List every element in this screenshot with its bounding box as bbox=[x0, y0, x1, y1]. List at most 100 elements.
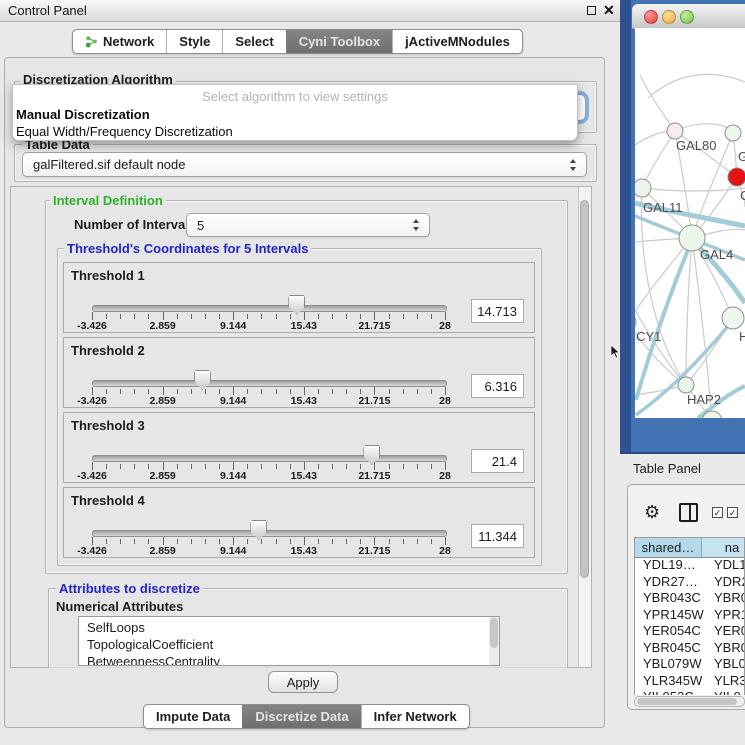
slider-tick bbox=[120, 314, 121, 319]
network-window-titlebar[interactable] bbox=[632, 4, 745, 29]
list-scrollbar-thumb[interactable] bbox=[490, 618, 498, 648]
network-node[interactable] bbox=[635, 314, 636, 330]
slider-track[interactable] bbox=[92, 455, 447, 462]
network-graph[interactable]: GAL80GAGAL11CGAL4GCY1HHAP2 bbox=[635, 28, 745, 418]
threshold-box-3: Threshold 3-3.4262.8599.14415.4321.71528… bbox=[63, 412, 535, 483]
number-of-intervals-combobox[interactable]: 5 bbox=[186, 213, 430, 237]
cell-name: YBL0 bbox=[714, 656, 744, 673]
threshold-box-4: Threshold 4-3.4262.8599.14415.4321.71528… bbox=[63, 487, 535, 558]
settings-scrollbar-thumb[interactable] bbox=[580, 200, 589, 578]
tab-jactivemnodules[interactable]: jActiveMNodules bbox=[392, 30, 522, 53]
table-row[interactable]: YER054CYER0 bbox=[635, 623, 744, 640]
control-panel-title: Control Panel bbox=[8, 3, 87, 18]
slider-track[interactable] bbox=[92, 305, 447, 312]
slider-tick bbox=[92, 312, 93, 320]
minimize-traffic-light-icon[interactable] bbox=[662, 10, 676, 24]
gear-icon[interactable]: ⚙ bbox=[644, 502, 660, 522]
zoom-traffic-light-icon[interactable] bbox=[680, 10, 694, 24]
slider-tick bbox=[106, 314, 107, 319]
slider-tick bbox=[445, 387, 446, 395]
list-item-betweennesscentrality[interactable]: BetweennessCentrality bbox=[79, 653, 499, 666]
table-row[interactable]: YIL052CYIL0 bbox=[635, 689, 744, 695]
slider-tick bbox=[219, 464, 220, 469]
network-edge[interactable] bbox=[692, 238, 712, 418]
dropdown-options: Manual DiscretizationEqual Width/Frequen… bbox=[13, 106, 577, 140]
table-data-combobox[interactable]: galFiltered.sif default node bbox=[22, 152, 587, 177]
table-hscrollbar-thumb[interactable] bbox=[637, 698, 737, 705]
stepper-arrows-icon bbox=[570, 159, 577, 171]
close-icon[interactable]: ✕ bbox=[603, 2, 615, 19]
float-window-icon[interactable] bbox=[587, 6, 596, 15]
threshold-value-field[interactable]: 14.713 bbox=[471, 299, 524, 323]
slider-thumb[interactable] bbox=[363, 445, 380, 465]
apply-button[interactable]: Apply bbox=[268, 671, 338, 693]
slider-tick bbox=[417, 539, 418, 544]
slider-track[interactable] bbox=[92, 530, 447, 537]
tab-cyni-toolbox[interactable]: Cyni Toolbox bbox=[286, 30, 392, 53]
table-row[interactable]: YPR145WYPR1 bbox=[635, 607, 744, 624]
slider-tick bbox=[191, 539, 192, 544]
tab-select[interactable]: Select bbox=[222, 30, 285, 53]
table-data-value: galFiltered.sif default node bbox=[33, 157, 185, 172]
table-row[interactable]: YDR27… YDR2 bbox=[635, 574, 744, 591]
slider-tick bbox=[233, 462, 234, 470]
dropdown-option-manual-discretization[interactable]: Manual Discretization bbox=[13, 106, 577, 123]
tab-discretize-data[interactable]: Discretize Data bbox=[242, 705, 360, 728]
table-row[interactable]: YBR043CYBR0 bbox=[635, 590, 744, 607]
network-edge[interactable] bbox=[648, 74, 745, 98]
slider-tick bbox=[445, 537, 446, 545]
threshold-value-field[interactable]: 6.316 bbox=[471, 374, 524, 398]
tab-style[interactable]: Style bbox=[166, 30, 222, 53]
close-traffic-light-icon[interactable] bbox=[644, 10, 658, 24]
column-header-shared-name[interactable]: shared… bbox=[635, 538, 702, 557]
slider-tick-label: 28 bbox=[439, 470, 451, 482]
network-node[interactable] bbox=[635, 179, 651, 197]
tab-label: jActiveMNodules bbox=[405, 34, 510, 49]
columns-icon[interactable] bbox=[679, 503, 698, 522]
table-row[interactable]: YDL19…YDL1 bbox=[635, 557, 744, 574]
network-edge[interactable] bbox=[642, 131, 675, 188]
network-node[interactable] bbox=[725, 125, 741, 141]
slider-thumb[interactable] bbox=[194, 370, 211, 390]
threshold-value-field[interactable]: 11.344 bbox=[471, 524, 524, 548]
checkbox-icon[interactable]: ✓ bbox=[712, 507, 723, 518]
cell-shared-name: YDR27… bbox=[643, 574, 698, 591]
network-node[interactable] bbox=[722, 307, 744, 329]
tab-infer-network[interactable]: Infer Network bbox=[361, 705, 469, 728]
threshold-value-field[interactable]: 21.4 bbox=[471, 449, 524, 473]
network-node[interactable] bbox=[728, 168, 745, 186]
slider-tick-label: 9.144 bbox=[220, 470, 246, 482]
network-node[interactable] bbox=[667, 123, 683, 139]
slider-track[interactable] bbox=[92, 380, 447, 387]
list-item-selfloops[interactable]: SelfLoops bbox=[79, 619, 499, 636]
slider-tick bbox=[177, 464, 178, 469]
slider-thumb[interactable] bbox=[288, 295, 305, 315]
network-node[interactable] bbox=[678, 377, 694, 393]
table-row[interactable]: YLR345WYLR3 bbox=[635, 673, 744, 690]
network-edge[interactable] bbox=[686, 238, 692, 385]
tab-network[interactable]: Network bbox=[73, 30, 166, 53]
slider-thumb[interactable] bbox=[250, 520, 267, 540]
tab-impute-data[interactable]: Impute Data bbox=[144, 705, 242, 728]
slider-tick bbox=[332, 314, 333, 319]
slider-tick-label: -3.426 bbox=[77, 545, 107, 557]
dropdown-option-equal-width-frequency-discretization[interactable]: Equal Width/Frequency Discretization bbox=[13, 123, 577, 140]
numerical-attributes-label: Numerical Attributes bbox=[56, 599, 183, 614]
network-edge[interactable] bbox=[675, 124, 733, 133]
numerical-attributes-list[interactable]: SelfLoopsTopologicalCoefficientBetweenne… bbox=[78, 616, 500, 666]
cell-name: YDR2 bbox=[714, 574, 744, 591]
table-row[interactable]: YBR045CYBR0 bbox=[635, 640, 744, 657]
slider-tick bbox=[304, 462, 305, 470]
column-header-name[interactable]: na bbox=[702, 538, 745, 557]
slider-tick bbox=[417, 389, 418, 394]
table-row[interactable]: YBL079WYBL0 bbox=[635, 656, 744, 673]
slider-tick bbox=[134, 464, 135, 469]
slider-tick bbox=[247, 539, 248, 544]
slider-tick bbox=[403, 539, 404, 544]
network-canvas[interactable]: GAL80GAGAL11CGAL4GCY1HHAP2 bbox=[635, 28, 745, 418]
tab-label: Network bbox=[103, 34, 154, 49]
list-item-topologicalcoefficient[interactable]: TopologicalCoefficient bbox=[79, 636, 499, 653]
slider-tick bbox=[134, 314, 135, 319]
network-node-label: H bbox=[739, 329, 745, 344]
checkbox-icon[interactable]: ✓ bbox=[727, 507, 738, 518]
